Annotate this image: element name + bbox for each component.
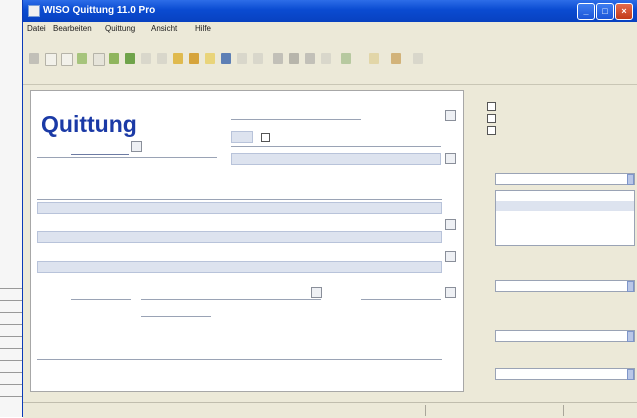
format-list-item[interactable]	[496, 221, 634, 231]
open-document-icon[interactable]	[61, 53, 73, 66]
status-bar	[23, 402, 637, 418]
recipient-field[interactable]	[37, 261, 442, 273]
print-preview-icon[interactable]	[125, 53, 135, 64]
recipient-button[interactable]	[445, 251, 456, 262]
format-dropdown-arrow[interactable]	[627, 174, 634, 185]
format-list-item[interactable]	[496, 211, 634, 221]
option-checkbox-3[interactable]	[487, 126, 496, 135]
menu-hilfe[interactable]: Hilfe	[195, 24, 211, 33]
date-select[interactable]	[495, 330, 635, 342]
format-list-item[interactable]	[496, 231, 634, 241]
received-from-line	[37, 199, 442, 200]
date-dropdown-arrow[interactable]	[627, 331, 634, 342]
redo-icon[interactable]	[253, 53, 263, 64]
cut-icon[interactable]	[141, 53, 151, 64]
received-from-field[interactable]	[37, 202, 442, 214]
paste-icon[interactable]	[157, 53, 167, 64]
currency-select[interactable]	[495, 368, 635, 380]
note-icon[interactable]	[205, 53, 215, 64]
receipt-form: Quittung	[30, 90, 464, 392]
save-icon[interactable]	[77, 53, 87, 64]
gesamt-button[interactable]	[445, 153, 456, 164]
menu-ansicht[interactable]: Ansicht	[151, 24, 177, 33]
format-select[interactable]	[495, 173, 635, 185]
undo-icon[interactable]	[237, 53, 247, 64]
tool-icon-g[interactable]	[391, 53, 401, 64]
option-checkbox-1[interactable]	[487, 102, 496, 111]
mwst-included-checkbox[interactable]	[261, 133, 270, 142]
menu-bearbeiten[interactable]: Bearbeiten	[53, 24, 92, 33]
footer-separator	[37, 359, 442, 360]
place-field[interactable]	[141, 305, 211, 317]
new-document-icon[interactable]	[45, 53, 57, 66]
tool-icon-b[interactable]	[289, 53, 299, 64]
date-picker-button[interactable]	[445, 287, 456, 298]
folder-open-icon[interactable]	[189, 53, 199, 64]
print-icon[interactable]	[109, 53, 119, 64]
signature-line	[141, 299, 321, 300]
form-title: Quittung	[41, 111, 137, 137]
user-icon[interactable]	[221, 53, 231, 64]
gesamt-field[interactable]	[361, 153, 441, 165]
menu-bar: Datei Bearbeiten Quittung Ansicht Hilfe	[23, 22, 637, 37]
app-window: WISO Quittung 11.0 Pro _ □ × Datei Bearb…	[22, 0, 637, 418]
tool-icon-e[interactable]	[341, 53, 351, 64]
currency-dropdown-arrow[interactable]	[627, 369, 634, 380]
toolbar	[23, 38, 637, 85]
mwst-field[interactable]	[361, 131, 441, 143]
app-icon	[28, 5, 40, 17]
betrag-button[interactable]	[445, 110, 456, 121]
title-bar[interactable]: WISO Quittung 11.0 Pro _ □ ×	[23, 0, 637, 22]
format-list-item[interactable]	[496, 191, 634, 201]
number-button[interactable]	[131, 141, 142, 152]
calendar-button[interactable]	[311, 287, 322, 298]
window-title: WISO Quittung 11.0 Pro	[43, 5, 156, 16]
copy-icon[interactable]	[93, 53, 105, 66]
tool-icon-c[interactable]	[305, 53, 315, 64]
tool-icon-f[interactable]	[369, 53, 379, 64]
background-document-strip	[0, 0, 22, 417]
betrag-field[interactable]	[361, 111, 441, 123]
tool-icon-d[interactable]	[321, 53, 331, 64]
format-list-item[interactable]	[496, 201, 634, 211]
purpose-button[interactable]	[445, 219, 456, 230]
purpose-field[interactable]	[37, 231, 442, 243]
folder-icon[interactable]	[173, 53, 183, 64]
options-panel	[467, 90, 637, 390]
option-checkbox-2[interactable]	[487, 114, 496, 123]
maximize-button[interactable]: □	[596, 3, 614, 20]
format-list[interactable]	[495, 190, 635, 246]
tool-icon-a[interactable]	[273, 53, 283, 64]
date-line	[361, 299, 441, 300]
tool-icon-h[interactable]	[413, 53, 423, 64]
category-field[interactable]	[495, 280, 635, 292]
date-field[interactable]	[361, 287, 441, 299]
place-line	[71, 299, 131, 300]
close-button[interactable]: ×	[615, 3, 633, 20]
menu-datei[interactable]: Datei	[27, 24, 46, 33]
quittung-nr-field[interactable]	[71, 143, 129, 155]
menu-quittung[interactable]: Quittung	[105, 24, 135, 33]
minimize-button[interactable]: _	[577, 3, 595, 20]
back-icon[interactable]	[29, 53, 39, 64]
mwst-rate-field[interactable]	[231, 131, 253, 143]
mwst-line	[231, 146, 441, 147]
category-dropdown-arrow[interactable]	[627, 281, 634, 292]
title-separator	[37, 157, 217, 158]
